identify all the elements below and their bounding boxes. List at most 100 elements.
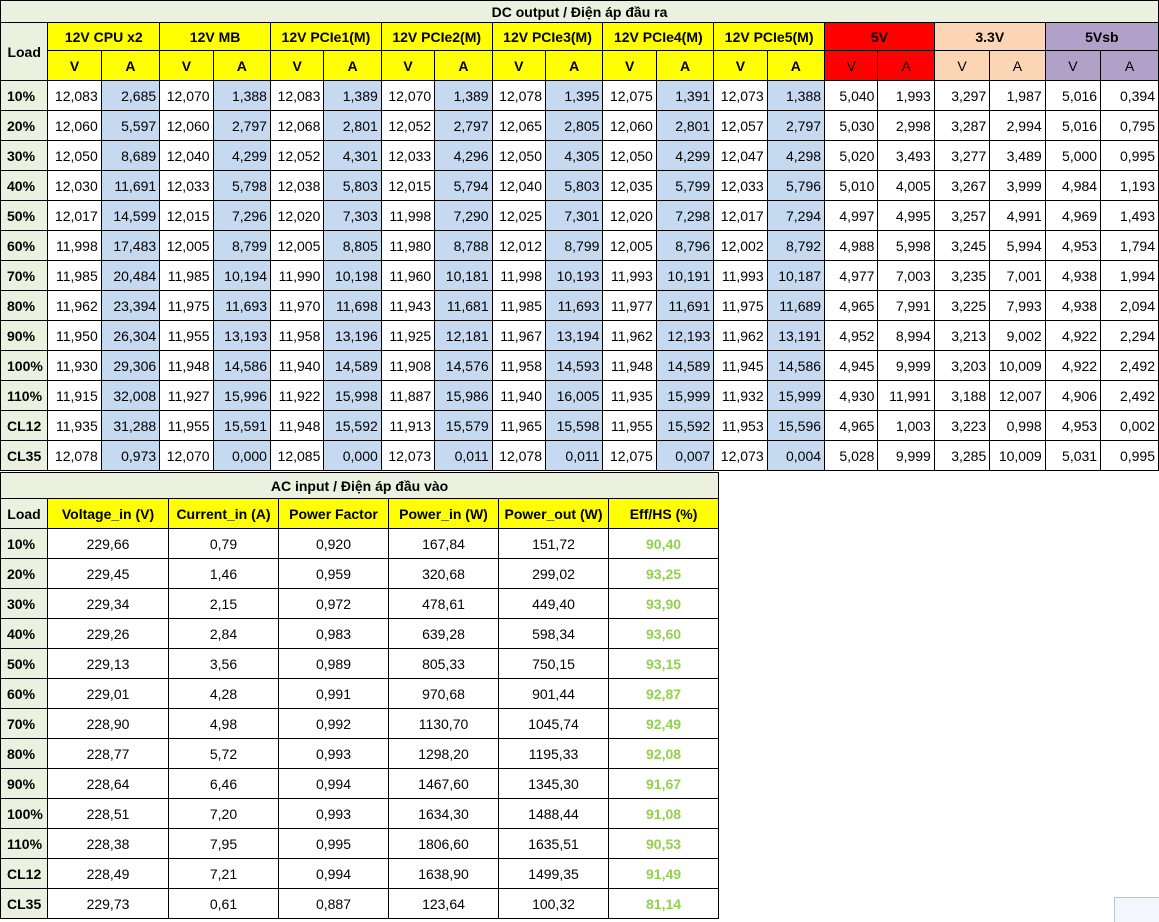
dc-table-row: 110% 11,915 32,008 11,927 15,996 11,922 15,998… (0, 380, 1159, 411)
dc-current-cell: 14,586 (212, 350, 271, 381)
dc-current-cell: 1,003 (877, 410, 935, 441)
dc-current-cell: 0,004 (766, 440, 826, 471)
dc-current-cell: 7,301 (544, 200, 604, 231)
dc-current-cell: 23,394 (100, 290, 161, 321)
dc-voltage-cell: 11,948 (159, 350, 214, 381)
dc-voltage-cell: 12,015 (380, 170, 436, 201)
dc-voltage-cell: 3,213 (933, 320, 991, 351)
ac-efficiency-cell: 81,14 (607, 888, 720, 919)
dc-current-cell: 15,592 (323, 410, 382, 441)
ac-value-cell: 478,61 (388, 588, 499, 619)
ac-table-row: 50% 229,13 3,56 0,989 805,33 750,15 93,15 (0, 648, 720, 679)
dc-load-cell: 60% (0, 230, 49, 261)
dc-voltage-cell: 12,078 (47, 440, 102, 471)
dc-voltage-cell: 11,967 (491, 320, 547, 351)
dc-current-cell: 15,579 (434, 410, 493, 441)
dc-voltage-cell: 4,922 (1044, 350, 1102, 381)
ac-value-cell: 598,34 (498, 618, 609, 649)
ac-load-cell: 40% (0, 618, 48, 649)
dc-current-cell: 7,991 (877, 290, 935, 321)
dc-voltage-cell: 12,025 (491, 200, 547, 231)
dc-voltage-cell: 12,073 (713, 80, 768, 111)
dc-current-cell: 10,193 (544, 260, 604, 291)
ac-value-cell: 1638,90 (388, 858, 499, 889)
ac-value-cell: 5,72 (168, 738, 279, 769)
dc-current-cell: 2,492 (1100, 380, 1159, 411)
dc-voltage-cell: 11,998 (380, 200, 436, 231)
dc-load-cell: 10% (0, 80, 49, 111)
dc-table-row: 60% 11,998 17,483 12,005 8,799 12,005 8,805 11,… (0, 230, 1159, 261)
dc-load-cell: 110% (0, 380, 49, 411)
dc-current-cell: 17,483 (100, 230, 161, 261)
dc-voltage-cell: 4,945 (824, 350, 879, 381)
dc-current-cell: 1,388 (766, 80, 826, 111)
dc-group-header: 12V PCIe2(M) (380, 22, 493, 51)
dc-current-cell: 11,681 (434, 290, 493, 321)
dc-current-cell: 1,794 (1100, 230, 1159, 261)
dc-load-header: Load (0, 22, 49, 81)
dc-current-cell: 9,999 (877, 440, 935, 471)
dc-voltage-cell: 11,932 (713, 380, 768, 411)
dc-current-cell: 2,094 (1100, 290, 1159, 321)
dc-current-cell: 8,994 (877, 320, 935, 351)
ac-value-cell: 0,994 (278, 768, 389, 799)
ac-table-row: 90% 228,64 6,46 0,994 1467,60 1345,30 91,67 (0, 768, 720, 799)
dc-load-cell: 90% (0, 320, 49, 351)
dc-current-cell: 8,799 (544, 230, 604, 261)
dc-current-cell: 0,011 (544, 440, 604, 471)
dc-current-header: A (323, 50, 382, 81)
dc-current-cell: 11,991 (877, 380, 935, 411)
dc-voltage-cell: 12,085 (269, 440, 325, 471)
ac-value-cell: 229,26 (47, 618, 169, 649)
dc-voltage-cell: 3,203 (933, 350, 991, 381)
dc-current-cell: 14,589 (323, 350, 382, 381)
dc-voltage-cell: 11,948 (269, 410, 325, 441)
dc-voltage-cell: 11,887 (380, 380, 436, 411)
ac-value-cell: 901,44 (498, 678, 609, 709)
dc-current-cell: 2,797 (766, 110, 826, 141)
ac-table-row: 20% 229,45 1,46 0,959 320,68 299,02 93,25 (0, 558, 720, 589)
ac-table-row: 30% 229,34 2,15 0,972 478,61 449,40 93,90 (0, 588, 720, 619)
dc-current-cell: 1,395 (544, 80, 604, 111)
dc-current-cell: 15,999 (766, 380, 826, 411)
scroll-corner (1114, 897, 1159, 922)
dc-current-cell: 15,591 (212, 410, 271, 441)
dc-current-cell: 2,805 (544, 110, 604, 141)
ac-value-cell: 1195,33 (498, 738, 609, 769)
dc-voltage-cell: 11,985 (159, 260, 214, 291)
dc-voltage-cell: 11,927 (159, 380, 214, 411)
ac-value-cell: 100,32 (498, 888, 609, 919)
dc-voltage-cell: 12,052 (269, 140, 325, 171)
dc-current-cell: 11,693 (212, 290, 271, 321)
dc-voltage-header: V (1044, 50, 1102, 81)
dc-voltage-cell: 3,277 (933, 140, 991, 171)
dc-current-cell: 10,009 (989, 440, 1046, 471)
dc-voltage-cell: 12,083 (47, 80, 102, 111)
dc-table-row: 30% 12,050 8,689 12,040 4,299 12,052 4,301 12,0… (0, 140, 1159, 171)
dc-voltage-cell: 12,038 (269, 170, 325, 201)
dc-voltage-cell: 4,984 (1044, 170, 1102, 201)
dc-voltage-cell: 11,958 (269, 320, 325, 351)
ac-efficiency-cell: 92,08 (607, 738, 720, 769)
dc-current-cell: 1,389 (434, 80, 493, 111)
dc-voltage-cell: 11,943 (380, 290, 436, 321)
ac-table-row: CL35 229,73 0,61 0,887 123,64 100,32 81,14 (0, 888, 720, 919)
dc-current-cell: 10,187 (766, 260, 826, 291)
dc-voltage-cell: 5,030 (824, 110, 879, 141)
dc-voltage-cell: 11,948 (602, 350, 657, 381)
dc-voltage-cell: 12,068 (269, 110, 325, 141)
dc-voltage-cell: 11,965 (491, 410, 547, 441)
ac-value-cell: 1298,20 (388, 738, 499, 769)
dc-current-header: A (100, 50, 161, 81)
dc-voltage-cell: 12,060 (47, 110, 102, 141)
ac-value-cell: 0,993 (278, 738, 389, 769)
dc-voltage-cell: 11,998 (47, 230, 102, 261)
dc-voltage-cell: 12,050 (47, 140, 102, 171)
ac-value-cell: 229,01 (47, 678, 169, 709)
dc-current-cell: 11,693 (544, 290, 604, 321)
dc-table-row: 50% 12,017 14,599 12,015 7,296 12,020 7,303 11,… (0, 200, 1159, 231)
dc-voltage-cell: 4,930 (824, 380, 879, 411)
ac-value-cell: 0,959 (278, 558, 389, 589)
dc-table-row: 40% 12,030 11,691 12,033 5,798 12,038 5,803 12,… (0, 170, 1159, 201)
dc-table-row: 20% 12,060 5,597 12,060 2,797 12,068 2,801 12,0… (0, 110, 1159, 141)
